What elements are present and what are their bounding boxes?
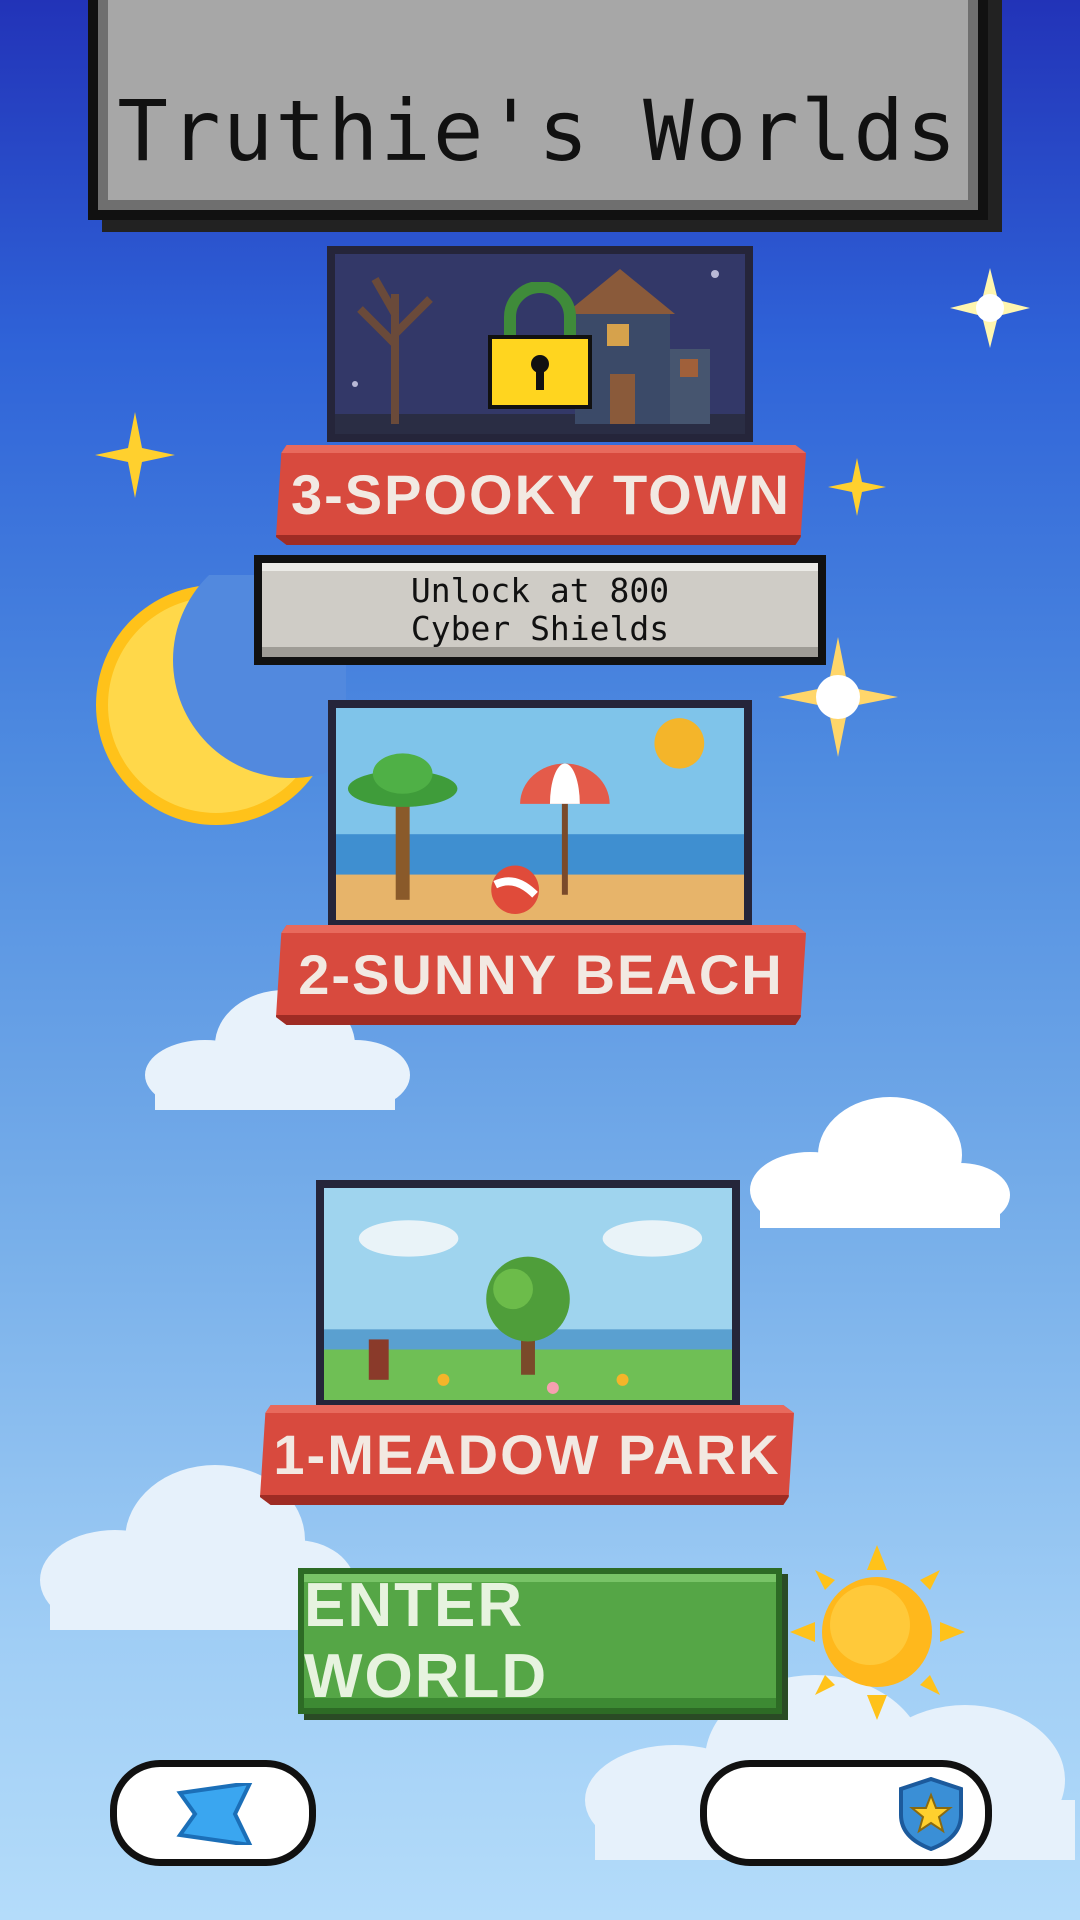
world-2-label: 2-SUNNY BEACH: [298, 942, 784, 1006]
unlock-line-1: Unlock at 800: [410, 571, 670, 610]
world-3-ribbon[interactable]: 3-SPOOKY TOWN: [276, 445, 806, 545]
page-title: Truthie's Worlds: [117, 82, 959, 180]
world-1-ribbon[interactable]: 1-MEADOW PARK: [260, 1405, 794, 1505]
star-icon: [950, 268, 1030, 348]
world-2-thumbnail[interactable]: [328, 700, 752, 928]
shield-counter[interactable]: [700, 1760, 992, 1866]
world-2-ribbon[interactable]: 2-SUNNY BEACH: [276, 925, 806, 1025]
unlock-line-2: Cyber Shields: [410, 609, 670, 648]
enter-world-button[interactable]: ENTER WORLD: [298, 1568, 782, 1714]
world-1-label: 1-MEADOW PARK: [273, 1422, 781, 1486]
blue-gem-icon: [176, 1783, 253, 1845]
title-board: Truthie's Worlds: [88, 0, 988, 220]
shield-star-icon: [899, 1777, 963, 1851]
padlock-icon: [488, 282, 592, 409]
back-button[interactable]: [110, 1760, 316, 1866]
star-icon: [828, 458, 886, 516]
star-icon: [95, 412, 175, 498]
sun-icon: [790, 1545, 965, 1720]
unlock-badge: Unlock at 800 Cyber Shields: [254, 555, 826, 665]
world-1-thumbnail[interactable]: [316, 1180, 740, 1408]
cloud-icon: [750, 1097, 1010, 1228]
world-3-label: 3-SPOOKY TOWN: [290, 462, 791, 526]
